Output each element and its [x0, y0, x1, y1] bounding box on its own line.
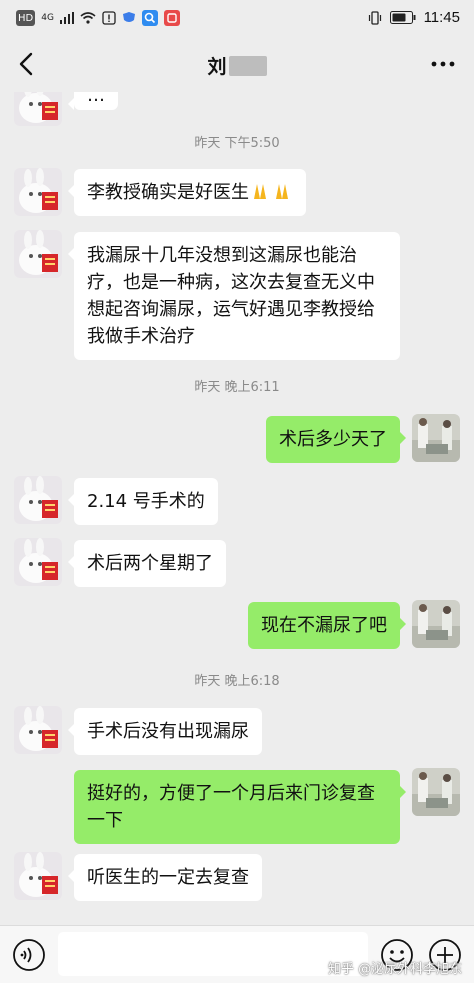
contact-avatar[interactable]: [14, 476, 62, 524]
my-avatar[interactable]: [412, 600, 460, 648]
message-text: 挺好的，方便了一个月后来门诊复查一下: [87, 783, 375, 831]
vibrate-icon: [368, 10, 381, 25]
message-bubble-incoming[interactable]: 术后两个星期了: [68, 540, 226, 587]
message-text: 手术后没有出现漏尿: [87, 721, 249, 742]
search-app-icon: [141, 10, 158, 26]
message-text: 我漏尿十几年没想到这漏尿也能治疗，也是一种病，这次去复查无义中想起咨询漏尿，运气…: [87, 245, 375, 347]
message-bubble-outgoing[interactable]: 挺好的，方便了一个月后来门诊复查一下: [74, 770, 406, 844]
battery-icon: [389, 11, 416, 24]
message-text: 李教授确实是好医生: [87, 182, 249, 203]
status-bar: HD 4G 11:45: [0, 0, 474, 36]
chat-header: 刘: [0, 36, 474, 92]
message-text: …: [87, 92, 105, 106]
contact-avatar[interactable]: [14, 230, 62, 278]
praying-hands-icon: [254, 184, 266, 199]
my-avatar[interactable]: [412, 414, 460, 462]
chat-title: 刘: [0, 52, 474, 79]
redacted-name: [228, 56, 267, 76]
hd-badge: HD: [16, 10, 36, 26]
contact-avatar[interactable]: [14, 852, 62, 900]
message-text: 术后多少天了: [279, 429, 387, 450]
contact-avatar[interactable]: [14, 538, 62, 586]
shield-icon: [122, 12, 135, 22]
message-bubble-incoming[interactable]: 我漏尿十几年没想到这漏尿也能治疗，也是一种病，这次去复查无义中想起咨询漏尿，运气…: [68, 232, 400, 360]
message-text: 听医生的一定去复查: [87, 867, 249, 888]
message-bubble-outgoing[interactable]: 现在不漏尿了吧: [248, 602, 406, 649]
voice-icon[interactable]: [12, 938, 46, 972]
message-bubble-incoming[interactable]: 2.14 号手术的: [68, 478, 218, 525]
timestamp: 昨天 晚上6:11: [194, 380, 280, 395]
praying-hands-icon: [276, 184, 288, 199]
message-text: 术后两个星期了: [87, 553, 213, 574]
message-bubble-incoming[interactable]: …: [68, 92, 118, 110]
message-bubble-incoming[interactable]: 李教授确实是好医生: [68, 169, 306, 216]
more-dots-icon[interactable]: [430, 56, 456, 72]
message-bubble-incoming[interactable]: 手术后没有出现漏尿: [68, 708, 262, 755]
message-text: 现在不漏尿了吧: [261, 615, 387, 636]
timestamp: 昨天 晚上6:18: [194, 674, 280, 689]
contact-avatar[interactable]: [14, 168, 62, 216]
clock: 11:45: [423, 9, 460, 26]
message-input[interactable]: [58, 932, 368, 976]
message-bubble-incoming[interactable]: 听医生的一定去复查: [68, 854, 262, 901]
message-bubble-outgoing[interactable]: 术后多少天了: [266, 416, 406, 463]
chat-title-text: 刘: [207, 56, 227, 78]
signal-label: 4G: [41, 13, 54, 23]
timestamp: 昨天 下午5:50: [194, 136, 280, 151]
app-notification-icon: [163, 10, 180, 26]
my-avatar[interactable]: [412, 768, 460, 816]
message-text: 2.14 号手术的: [87, 491, 205, 512]
contact-avatar[interactable]: [14, 706, 62, 754]
watermark: 知乎 @泌尿外科李旭东: [328, 962, 463, 977]
contact-avatar[interactable]: [14, 92, 62, 126]
message-list[interactable]: … 昨天 下午5:50 李教授确实是好医生 我漏尿十几年没想到这漏尿也能治疗，也…: [0, 92, 474, 925]
wifi-icon: [80, 12, 96, 24]
signal-icon: [59, 12, 74, 24]
alert-icon: [102, 11, 116, 25]
